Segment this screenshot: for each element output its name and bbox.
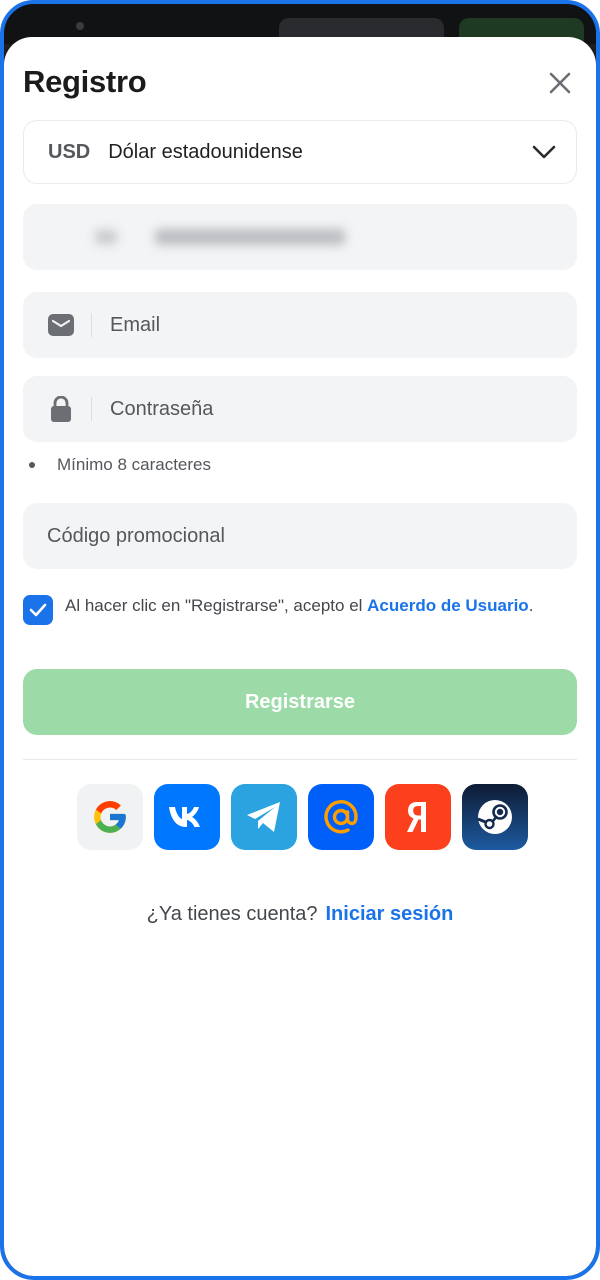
agreement-checkbox[interactable] xyxy=(23,595,53,625)
agreement-row: Al hacer clic en "Registrarse", acepto e… xyxy=(23,593,556,625)
steam-login-button[interactable] xyxy=(462,784,528,850)
password-hint-text: Mínimo 8 caracteres xyxy=(57,455,211,474)
header: Registro xyxy=(23,62,577,106)
social-login-list xyxy=(77,784,528,850)
login-prompt: ¿Ya tienes cuenta? Iniciar sesión xyxy=(4,903,596,926)
bullet-icon xyxy=(29,462,35,468)
vk-login-button[interactable] xyxy=(154,784,220,850)
promo-code-field[interactable] xyxy=(23,503,577,569)
currency-code: USD xyxy=(48,140,91,163)
telegram-icon xyxy=(247,802,280,832)
agreement-text-suffix: . xyxy=(528,596,534,615)
steam-icon xyxy=(477,800,512,834)
password-field[interactable] xyxy=(23,376,577,442)
phone-value-blurred xyxy=(47,229,345,245)
login-link[interactable]: Iniciar sesión xyxy=(326,903,454,925)
device-frame: Registro USD Dólar estadounidense Email … xyxy=(0,0,600,1280)
register-button[interactable]: Registrarse xyxy=(23,669,577,735)
vk-icon xyxy=(169,807,200,827)
google-login-button[interactable] xyxy=(77,784,143,850)
chevron-down-icon xyxy=(532,145,556,159)
country-flag xyxy=(95,230,117,244)
phone-field[interactable] xyxy=(23,204,577,270)
currency-name: Dólar estadounidense xyxy=(108,140,303,163)
phone-number-blurred xyxy=(155,229,345,245)
mailru-icon xyxy=(324,800,358,834)
checkmark-icon xyxy=(29,603,47,617)
camera-dot xyxy=(76,22,84,30)
yandex-login-button[interactable] xyxy=(385,784,451,850)
email-field[interactable] xyxy=(23,292,577,358)
login-question: ¿Ya tienes cuenta? xyxy=(146,903,318,925)
close-icon xyxy=(549,72,571,94)
password-input[interactable] xyxy=(110,397,553,421)
telegram-login-button[interactable] xyxy=(231,784,297,850)
field-separator xyxy=(91,397,92,421)
envelope-icon xyxy=(47,314,75,336)
mailru-login-button[interactable] xyxy=(308,784,374,850)
email-input[interactable] xyxy=(110,313,553,337)
promo-code-input[interactable] xyxy=(47,524,553,548)
divider xyxy=(23,759,577,760)
currency-select[interactable]: USD Dólar estadounidense xyxy=(23,120,577,184)
lock-icon xyxy=(47,396,75,422)
field-separator xyxy=(91,313,92,337)
page-title: Registro xyxy=(23,64,147,99)
yandex-icon xyxy=(407,802,426,832)
user-agreement-link[interactable]: Acuerdo de Usuario xyxy=(367,596,529,615)
agreement-text: Al hacer clic en "Registrarse", acepto e… xyxy=(65,593,533,618)
google-icon xyxy=(94,801,126,833)
password-hint: Mínimo 8 caracteres xyxy=(29,455,211,475)
close-button[interactable] xyxy=(543,66,577,100)
registration-sheet: Registro USD Dólar estadounidense Email … xyxy=(4,37,596,1276)
agreement-text-prefix: Al hacer clic en "Registrarse", acepto e… xyxy=(65,596,368,615)
